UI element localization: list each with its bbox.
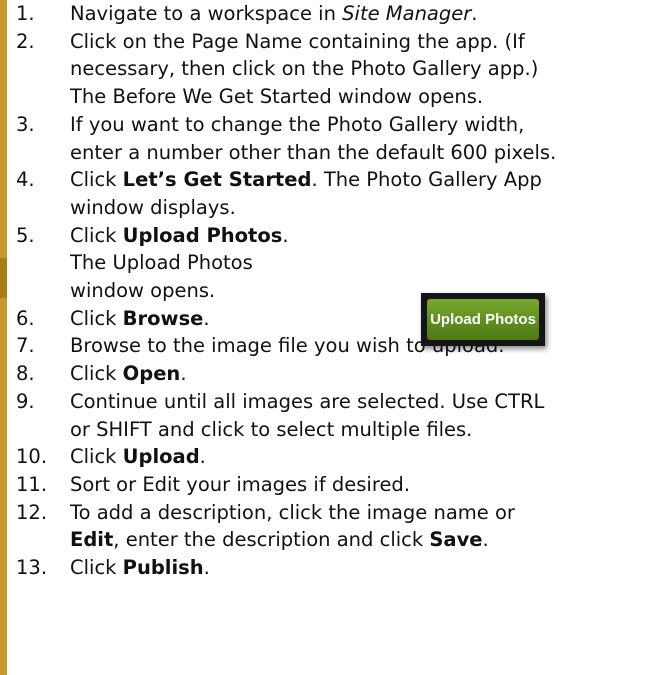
step-number: 6. [16,306,35,330]
step-item: 7. Browse to the image file you wish to u… [16,332,641,360]
step-text: To add a description, click the image na… [70,500,515,524]
step-item: 6. Click Browse. [16,305,641,333]
step-text-line: Click Browse. [70,305,641,333]
step-text: , enter the description and click [113,528,430,552]
step-text: . [482,528,489,552]
step-text: Click [70,362,123,386]
step-text-line: Click Publish. [70,554,641,582]
step-text: . The Photo Gallery App [311,168,542,192]
step-number: 8. [16,362,35,386]
step-text: Sort or Edit your images if desired. [70,472,411,496]
step-text: If you want to change the Photo Gallery … [70,112,525,136]
step-text: . [180,362,187,386]
step-text-line: Click Upload Photos. [70,222,641,250]
step-text-line: Click Open. [70,360,641,388]
step-item: 8. Click Open. [16,360,641,388]
step-text: or SHIFT and click to select multiple fi… [70,417,473,441]
step-text-line: Sort or Edit your images if desired. [70,471,641,499]
step-text-line: To add a description, click the image na… [70,499,641,527]
step-text-bold: Edit [70,528,114,552]
step-text: Continue until all images are selected. … [70,389,545,413]
step-text: window opens. [70,279,216,303]
step-text: Click [70,556,123,580]
step-text-line: or SHIFT and click to select multiple fi… [70,416,641,444]
step-text-line: Click Upload. [70,443,641,471]
step-text: Click [70,445,123,469]
step-text-bold: Let’s Get Started [122,168,312,192]
step-text: Click on the Page Name containing the ap… [70,29,525,53]
left-accent-bar-segment [0,258,7,298]
step-text: Click [70,223,123,247]
step-text-bold: Browse [122,306,204,330]
step-text-bold: Publish [122,556,204,580]
step-text-line: If you want to change the Photo Gallery … [70,111,641,139]
step-text: . [203,556,210,580]
step-text: The Upload Photos [70,251,253,275]
step-text-line: window displays. [70,194,641,222]
step-text: . [203,306,210,330]
step-text-line: necessary, then click on the Photo Galle… [70,55,641,83]
step-text-line: The Before We Get Started window opens. [70,83,641,111]
step-number: 13. [16,556,48,580]
instruction-steps-list: 1. Navigate to a workspace in Site Manage… [16,0,641,582]
step-item: 13. Click Publish. [16,554,641,582]
step-text-bold: Save [429,528,483,552]
step-text: necessary, then click on the Photo Galle… [70,57,539,81]
step-text-line: Click on the Page Name containing the ap… [70,28,641,56]
step-number: 5. [16,223,35,247]
upload-photos-button: Upload Photos [427,299,539,340]
step-item: 4. Click Let’s Get Started. The Photo Gal… [16,166,641,221]
step-text-line: Click Let’s Get Started. The Photo Galle… [70,166,641,194]
step-text-bold: Open [122,362,181,386]
step-number: 9. [16,389,35,413]
step-item: 2. Click on the Page Name containing the … [16,28,641,111]
step-number: 7. [16,334,35,358]
step-item: 10. Click Upload. [16,443,641,471]
upload-photos-button-image: Upload Photos [421,293,545,346]
step-text: . [199,445,206,469]
step-text-line: Edit, enter the description and click Sa… [70,526,641,554]
step-text-line: The Upload Photos [70,249,641,277]
step-text-line: Navigate to a workspace in Site Manager. [70,0,641,28]
step-text: . [471,2,478,25]
step-item: 11. Sort or Edit your images if desired. [16,471,641,499]
step-item: 5. Click Upload Photos. The Upload Photos w… [16,222,641,305]
step-item: 9. Continue until all images are selected… [16,388,641,443]
step-text-line: window opens. [70,277,641,305]
step-number: 12. [16,500,48,524]
step-item: 12. To add a description, click the image… [16,499,641,554]
step-text: Navigate to a workspace in [70,2,343,25]
step-text-line: Continue until all images are selected. … [70,388,641,416]
step-item: 3. If you want to change the Photo Galler… [16,111,641,166]
step-text: Click [70,306,123,330]
step-text: enter a number other than the default 60… [70,140,557,164]
step-text-line: enter a number other than the default 60… [70,139,641,167]
step-number: 1. [16,2,35,25]
step-number: 2. [16,29,35,53]
step-number: 4. [16,168,35,192]
left-accent-bar [0,0,7,675]
step-text: The Before We Get Started window opens. [70,85,484,109]
step-text: Click [70,168,123,192]
step-text: window displays. [70,195,236,219]
step-text-bold: Upload Photos [122,223,283,247]
step-number: 11. [16,472,48,496]
step-text-bold: Upload [122,445,200,469]
step-number: 3. [16,112,35,136]
step-item: 1. Navigate to a workspace in Site Manage… [16,0,641,28]
step-number: 10. [16,445,48,469]
step-text-line: Browse to the image file you wish to upl… [70,332,641,360]
step-text-italic: Site Manager [342,2,472,25]
step-text: . [282,223,289,247]
